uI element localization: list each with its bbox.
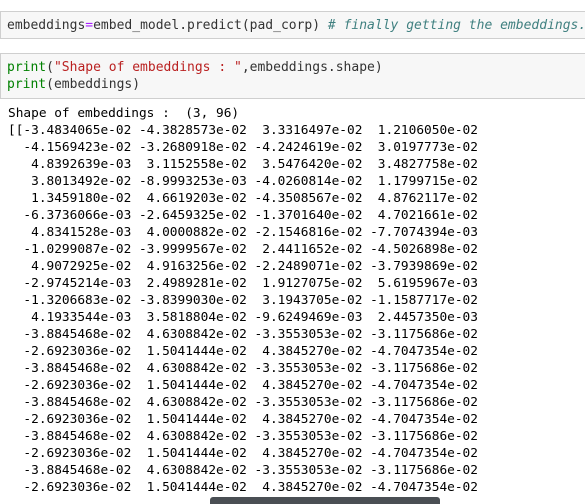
array-row: -2.6923036e-02 1.5041444e-02 4.3845270e-… — [8, 446, 478, 461]
cell-output: Shape of embeddings : (3, 96) [[-3.48340… — [8, 105, 583, 504]
array-row: 4.8392639e-03 3.1152558e-02 3.5476420e-0… — [8, 157, 478, 172]
print-args: ,embeddings.shape) — [241, 60, 383, 75]
shape-string: "Shape of embeddings : " — [53, 60, 242, 75]
array-row: -2.6923036e-02 1.5041444e-02 4.3845270e-… — [8, 344, 478, 359]
array-row: -3.8845468e-02 4.6308842e-02 -3.3553053e… — [8, 429, 478, 444]
code-cell-embeddings[interactable]: embeddings=embed_model.predict(pad_corp)… — [0, 11, 585, 39]
array-row: 4.8341528e-03 4.0000882e-02 -2.1546816e-… — [8, 225, 478, 240]
print-keyword: print — [7, 77, 47, 92]
embeddings-array-output: [[-3.4834065e-02 -4.3828573e-02 3.331649… — [8, 122, 583, 496]
code-var: embeddings — [7, 18, 86, 33]
array-row: -6.3736066e-03 -2.6459325e-02 -1.3701640… — [8, 208, 478, 223]
array-row: -3.8845468e-02 4.6308842e-02 -3.3553053e… — [8, 327, 478, 342]
code-operator: = — [85, 18, 94, 33]
array-row: 1.3459180e-02 4.6619203e-02 -4.3508567e-… — [8, 191, 478, 206]
array-row: 4.1933544e-03 3.5818804e-02 -9.6249469e-… — [8, 310, 478, 325]
array-row: 3.8013492e-02 -8.9993253e-03 -4.0260814e… — [8, 174, 478, 189]
array-row: -2.6923036e-02 1.5041444e-02 4.3845270e-… — [8, 480, 478, 495]
code-cell-print[interactable]: print("Shape of embeddings : ",embedding… — [0, 53, 585, 99]
array-row: -2.6923036e-02 1.5041444e-02 4.3845270e-… — [8, 378, 478, 393]
code-call: embed_model.predict(pad_corp) — [93, 18, 321, 33]
array-row: -1.0299087e-02 -3.9999567e-02 2.4411652e… — [8, 242, 478, 257]
array-row: -1.3206683e-02 -3.8399030e-02 3.1943705e… — [8, 293, 478, 308]
array-row: [[-3.4834065e-02 -4.3828573e-02 3.331649… — [8, 123, 478, 138]
code-comment: # finally getting the embeddings. — [327, 18, 585, 33]
array-row: -2.6923036e-02 1.5041444e-02 4.3845270e-… — [8, 412, 478, 427]
print-keyword: print — [7, 60, 47, 75]
print-args: (embeddings) — [46, 77, 141, 92]
array-row: -3.8845468e-02 4.6308842e-02 -3.3553053e… — [8, 463, 478, 478]
array-row: -2.9745214e-03 2.4989281e-02 1.9127075e-… — [8, 276, 478, 291]
array-row: -3.8845468e-02 4.6308842e-02 -3.3553053e… — [8, 361, 478, 376]
shape-output-line: Shape of embeddings : (3, 96) — [8, 106, 240, 121]
array-row: 4.9072925e-02 4.9163256e-02 -2.2489071e-… — [8, 259, 478, 274]
taskbar-edge — [210, 497, 440, 504]
paren-open: ( — [46, 60, 54, 75]
array-row: -3.8845468e-02 4.6308842e-02 -3.3553053e… — [8, 395, 478, 410]
array-row: -4.1569423e-02 -3.2680918e-02 -4.2424619… — [8, 140, 478, 155]
